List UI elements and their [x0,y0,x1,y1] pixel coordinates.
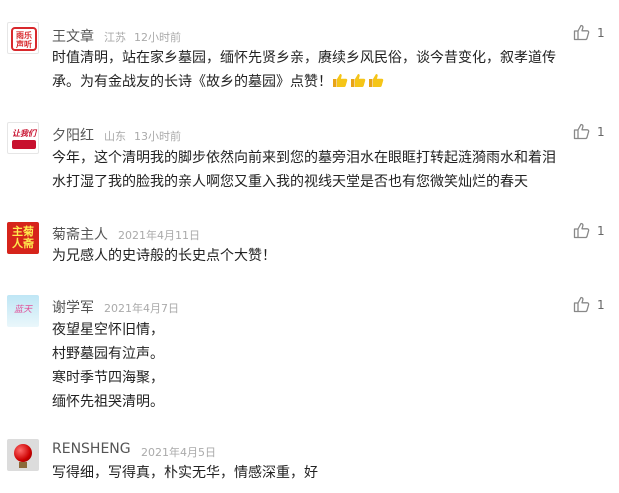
comment-text: 时值清明，站在家乡墓园，缅怀先贤乡亲，赓续乡风民俗，谈今昔变化，叙孝道传 承。为… [52,46,608,96]
comment-time: 13小时前 [134,130,181,143]
like-button[interactable]: 1 [573,24,613,42]
comment-line: 水打湿了我的脸我的亲人啊您又重入我的视线天堂是否也有您微笑灿烂的春天 [52,174,528,190]
comment-line: 村野墓园有泣声。 [52,346,164,362]
comment-time: 2021年4月5日 [141,446,216,459]
like-count: 1 [597,224,605,238]
avatar[interactable] [7,439,39,471]
comment-text: 为兄感人的史诗般的长史点个大赞！ [52,244,608,268]
comment-line: 写得细，写得真，朴实无华，情感深重，好 [52,465,318,481]
comment-time: 2021年4月11日 [118,229,200,242]
comment-text: 今年，这个清明我的脚步依然向前来到您的墓旁泪水在眼眶打转起涟漪雨水和着泪 水打湿… [52,146,608,194]
commenter-name[interactable]: 谢学军 [52,297,94,317]
sky-avatar: 蓝天 [13,305,32,315]
like-button[interactable]: 1 [573,296,613,314]
comment-line: 时值清明，站在家乡墓园，缅怀先贤乡亲，赓续乡风民俗，谈今昔变化，叙孝道传 [52,50,556,66]
avatar[interactable]: 主菊 人斋 [7,222,39,254]
like-button[interactable]: 1 [573,222,613,240]
commenter-name[interactable]: 王文章 [52,26,94,46]
seal-avatar: 主菊 人斋 [12,225,34,250]
thumbs-up-emoji-icon [350,72,367,87]
like-count: 1 [597,125,605,139]
avatar[interactable]: 雨乐 声听 [7,22,39,54]
commenter-name[interactable]: 夕阳红 [52,125,94,145]
commenter-name[interactable]: 菊斋主人 [52,224,108,244]
comment-line: 寒时季节四海聚， [52,370,164,386]
thumbs-up-icon [573,123,590,140]
comment-location: 江苏 [104,31,126,44]
like-count: 1 [597,26,605,40]
comment-text: 夜望星空怀旧情， 村野墓园有泣声。 寒时季节四海聚， 缅怀先祖哭清明。 [52,318,608,414]
thumbs-up-emoji-icon [332,72,349,87]
avatar[interactable]: 蓝天 [7,295,39,327]
avatar[interactable]: 让我们 [7,122,39,154]
comment-time: 12小时前 [134,31,181,44]
comment-location: 山东 [104,130,126,143]
comment-line: 承。为有金战友的长诗《故乡的墓园》点赞！ [52,70,608,96]
red-brand-avatar: 让我们 [8,123,38,153]
comment-line: 为兄感人的史诗般的长史点个大赞！ [52,248,276,264]
thumbs-up-emoji-icon [368,72,385,87]
comment-line: 缅怀先祖哭清明。 [52,394,164,410]
thumbs-up-icon [573,296,590,313]
thumbs-up-icon [573,222,590,239]
red-text-logo-avatar: 雨乐 声听 [8,23,38,53]
comment-line: 今年，这个清明我的脚步依然向前来到您的墓旁泪水在眼眶打转起涟漪雨水和着泪 [52,150,556,166]
red-ball-avatar [7,439,39,471]
like-button[interactable]: 1 [573,123,613,141]
thumbs-up-emoji-group [332,72,386,96]
comment-time: 2021年4月7日 [104,302,179,315]
comment-line: 夜望星空怀旧情， [52,322,164,338]
thumbs-up-icon [573,24,590,41]
commenter-name[interactable]: RENSHENG [52,441,131,457]
like-count: 1 [597,298,605,312]
comment-text: 写得细，写得真，朴实无华，情感深重，好 [52,461,608,485]
